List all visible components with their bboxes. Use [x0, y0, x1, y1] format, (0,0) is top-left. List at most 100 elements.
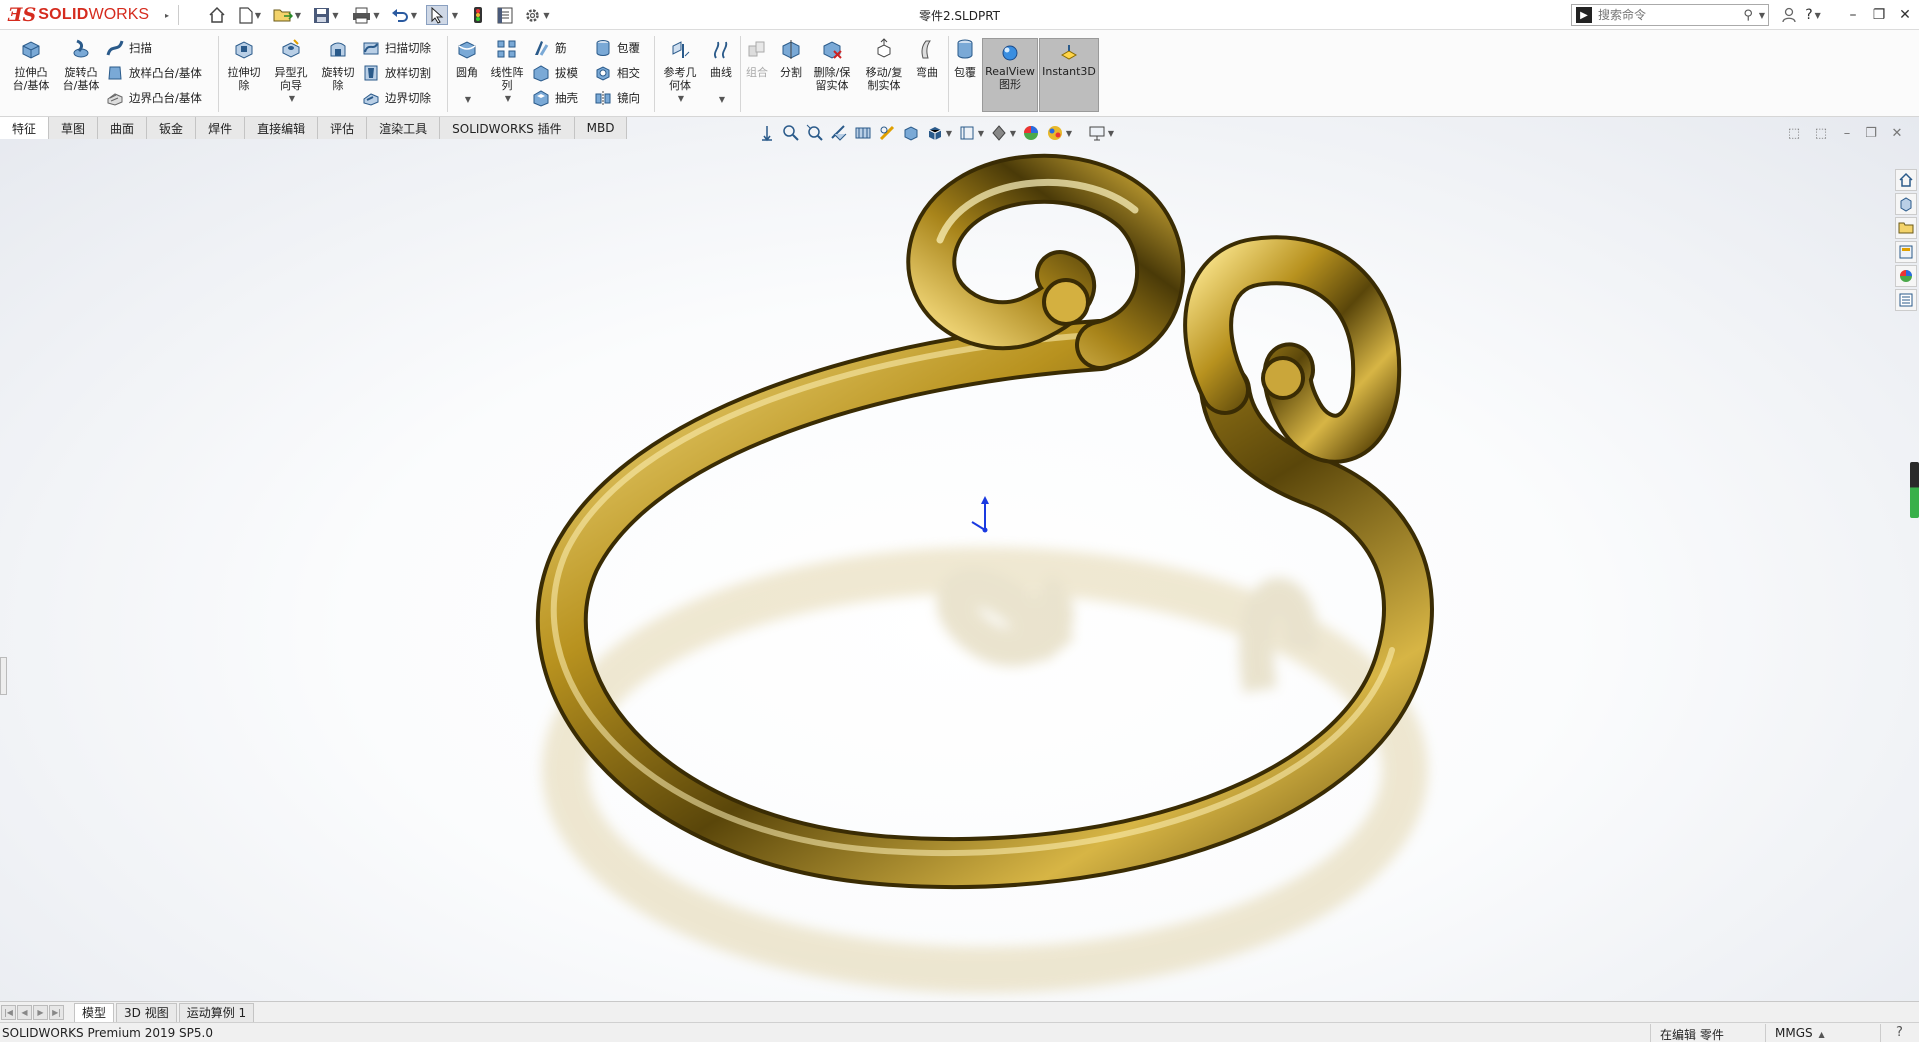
delete-keep-body-button[interactable]: 删除/保 留实体 [810, 38, 854, 92]
open-document-icon[interactable]: ▼ [270, 5, 304, 25]
view-orientation-icon[interactable] [901, 123, 921, 143]
doc-minimize-icon[interactable]: – [1836, 124, 1858, 142]
loft-boss-button[interactable]: 放样凸台/基体 [106, 63, 202, 83]
apply-scene-icon[interactable] [1021, 123, 1041, 143]
first-tab-icon[interactable]: |◀ [1, 1004, 16, 1020]
move-copy-body-button[interactable]: 移动/复 制实体 [862, 38, 906, 92]
previous-view-icon[interactable] [805, 123, 825, 143]
tab-3[interactable]: 钣金 [147, 117, 197, 139]
tab-7[interactable]: 渲染工具 [367, 117, 441, 139]
menu-pin-icon[interactable]: ▸ [160, 5, 172, 25]
custom-properties-icon[interactable] [1895, 289, 1917, 311]
render-tools-icon[interactable]: ▼ [1045, 123, 1073, 143]
tab-5[interactable]: 直接编辑 [245, 117, 319, 139]
close-icon[interactable]: ✕ [1892, 4, 1918, 26]
view-monitor-icon[interactable]: ▼ [1085, 123, 1117, 143]
search-dropdown-icon[interactable]: ▼ [1759, 11, 1765, 20]
doc-close-icon[interactable]: ✕ [1886, 124, 1908, 142]
rib-button[interactable]: 筋 [532, 38, 567, 58]
dynamic-annotation-icon[interactable] [853, 123, 873, 143]
tab-6[interactable]: 评估 [318, 117, 368, 139]
view-settings-icon[interactable] [877, 123, 897, 143]
appearances-scenes-icon[interactable] [1895, 265, 1917, 287]
solidworks-logo[interactable]: ƎS SOLID WORKS [8, 3, 158, 27]
bracelet-model[interactable] [0, 117, 1919, 1001]
solidworks-resources-icon[interactable] [1895, 169, 1917, 191]
previous-tab-icon[interactable]: ◀ [17, 1004, 32, 1020]
home-icon[interactable] [206, 5, 228, 25]
tab-9[interactable]: MBD [574, 117, 628, 139]
help-icon[interactable]: ? ▼ [1800, 4, 1826, 26]
view-palette-icon[interactable] [1895, 241, 1917, 263]
wrap-button[interactable]: 包覆 [594, 38, 640, 58]
file-properties-icon[interactable] [494, 5, 516, 25]
display-style-icon[interactable]: ▼ [925, 123, 953, 143]
revolve-boss-button[interactable]: 旋转凸 台/基体 [58, 38, 104, 92]
last-tab-icon[interactable]: ▶| [49, 1004, 64, 1020]
draft-button[interactable]: 拔模 [532, 63, 578, 83]
tab-1[interactable]: 草图 [49, 117, 99, 139]
realview-graphics-button[interactable]: RealView 图形 [982, 38, 1038, 112]
hide-show-items-icon[interactable]: ▼ [957, 123, 985, 143]
boundary-cut-button[interactable]: 边界切除 [362, 88, 431, 108]
doc-tile-left-icon[interactable]: ⬚ [1783, 124, 1805, 142]
next-tab-icon[interactable]: ▶ [33, 1004, 48, 1020]
sweep-button[interactable]: 扫描 [106, 38, 152, 58]
zoom-to-fit-icon[interactable] [757, 123, 777, 143]
hole-wizard-dropdown-icon[interactable]: ▼ [270, 92, 314, 105]
wrap-body-button[interactable]: 包覆 [950, 38, 980, 79]
tab-2[interactable]: 曲面 [98, 117, 148, 139]
search-command-box[interactable]: ▶ ⚲ ▼ [1571, 4, 1769, 26]
bottom-tab-0[interactable]: 模型 [74, 1002, 115, 1022]
fillet-dropdown-icon[interactable]: ▼ [452, 93, 484, 106]
reference-geometry-button[interactable]: 参考几 何体 ▼ [658, 38, 702, 105]
tab-8[interactable]: SOLIDWORKS 插件 [440, 117, 575, 139]
search-icon[interactable]: ⚲ [1743, 8, 1753, 23]
print-icon[interactable]: ▼ [350, 5, 382, 25]
design-library-icon[interactable] [1895, 193, 1917, 215]
restore-icon[interactable]: ❐ [1866, 4, 1892, 26]
boundary-boss-button[interactable]: 边界凸台/基体 [106, 88, 202, 108]
user-account-icon[interactable] [1776, 4, 1802, 26]
tab-4[interactable]: 焊件 [196, 117, 246, 139]
section-view-icon[interactable] [829, 123, 849, 143]
curves-dropdown-icon[interactable]: ▼ [706, 93, 738, 106]
tab-0[interactable]: 特征 [0, 117, 50, 139]
lofted-cut-button[interactable]: 放样切割 [362, 63, 431, 83]
curves-button[interactable]: 曲线 ▼ [704, 38, 738, 106]
bottom-tab-1[interactable]: 3D 视图 [116, 1002, 177, 1022]
select-dropdown-icon[interactable]: ▼ [449, 5, 459, 25]
graphics-area[interactable]: x y z [0, 117, 1919, 1001]
doc-restore-icon[interactable]: ❐ [1860, 124, 1882, 142]
file-explorer-icon[interactable] [1895, 217, 1917, 239]
combine-button[interactable]: 组合 [742, 38, 772, 79]
minimize-icon[interactable]: – [1840, 4, 1866, 26]
linear-pattern-dropdown-icon[interactable]: ▼ [488, 92, 528, 105]
split-button[interactable]: 分割 [774, 38, 808, 79]
extrude-boss-button[interactable]: 拉伸凸 台/基体 [8, 38, 54, 92]
fillet-button[interactable]: 圆角 ▼ [450, 38, 484, 106]
bottom-tab-2[interactable]: 运动算例 1 [178, 1002, 255, 1022]
extrude-cut-button[interactable]: 拉伸切 除 [222, 38, 266, 92]
hole-wizard-button[interactable]: 异型孔 向导 ▼ [268, 38, 314, 105]
shell-button[interactable]: 抽壳 [532, 88, 578, 108]
units-selector[interactable]: MMGS ▲ [1775, 1026, 1825, 1040]
save-icon[interactable]: ▼ [310, 5, 342, 25]
zoom-to-area-icon[interactable] [781, 123, 801, 143]
doc-tile-right-icon[interactable]: ⬚ [1810, 124, 1832, 142]
edit-appearance-icon[interactable]: ▼ [989, 123, 1017, 143]
rebuild-traffic-light-icon[interactable] [468, 5, 488, 25]
mirror-button[interactable]: 镜向 [594, 88, 640, 108]
linear-pattern-button[interactable]: 线性阵 列 ▼ [486, 38, 528, 105]
options-gear-icon[interactable]: ▼ [520, 5, 554, 25]
search-input[interactable] [1596, 7, 1726, 23]
quick-tips-icon[interactable]: ? [1896, 1025, 1903, 1040]
revolve-cut-button[interactable]: 旋转切 除 [316, 38, 360, 92]
reference-geometry-dropdown-icon[interactable]: ▼ [660, 92, 702, 105]
swept-cut-button[interactable]: 扫描切除 [362, 38, 431, 58]
instant3d-button[interactable]: Instant3D [1039, 38, 1099, 112]
viewport-scroll-indicator[interactable] [1910, 462, 1919, 518]
undo-icon[interactable]: ▼ [388, 5, 420, 25]
feature-manager-collapse-handle[interactable] [0, 657, 7, 695]
new-document-icon[interactable]: ▼ [235, 5, 265, 25]
